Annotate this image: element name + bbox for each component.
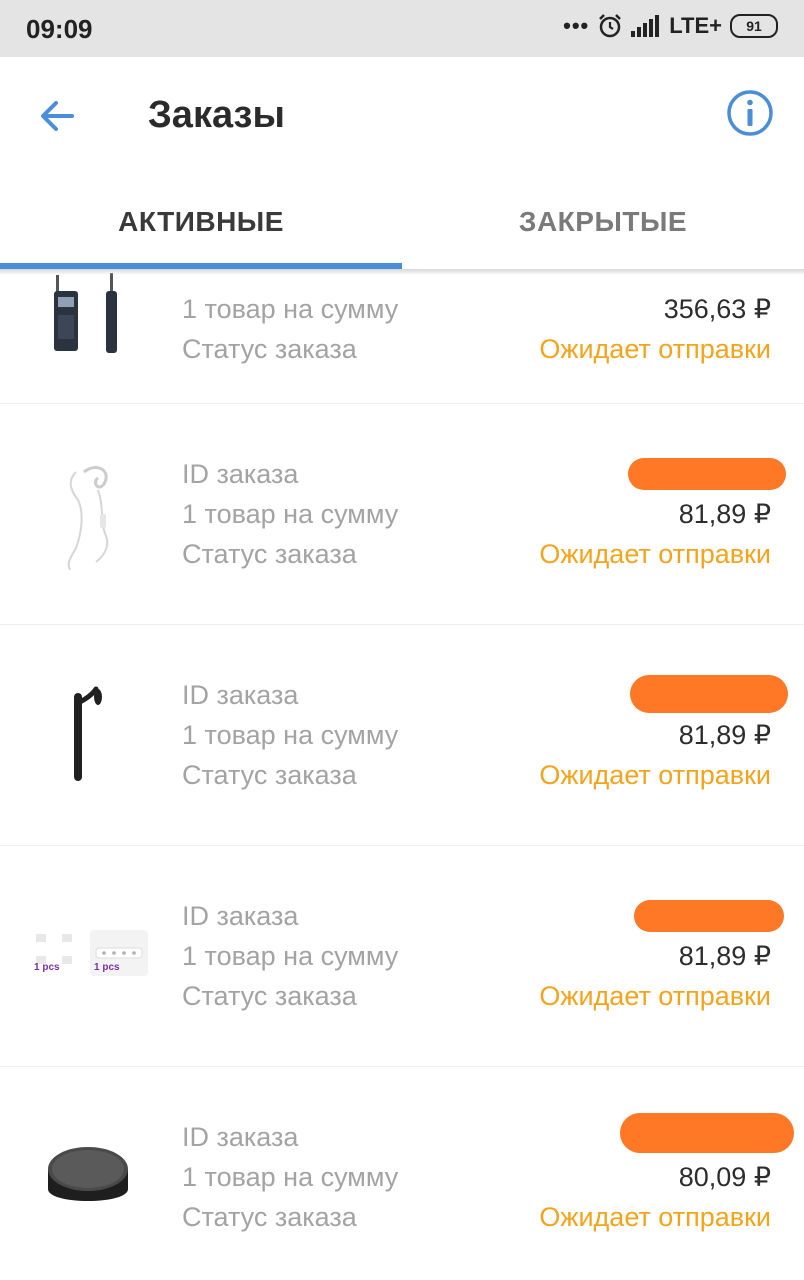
status-time: 09:09	[26, 14, 93, 44]
page-title: Заказы	[148, 94, 285, 136]
order-status: Ожидает отправки	[539, 539, 771, 569]
tab-active[interactable]: АКТИВНЫЕ	[0, 175, 402, 269]
battery-icon: 91	[730, 14, 778, 38]
status-icons: ••• LTE+ 91	[563, 13, 778, 39]
sport-earphones-icon	[67, 466, 109, 571]
order-card[interactable]: ID заказа 1 товар на сумму Статус заказа…	[0, 404, 804, 626]
back-arrow-icon[interactable]	[34, 93, 80, 139]
order-card[interactable]: ID заказа 1 товар на сумму Статус заказа…	[0, 1067, 804, 1280]
status-bar: 09:09 ••• LTE+ 91	[0, 0, 804, 57]
order-price: 80,09 ₽	[678, 1162, 771, 1192]
redaction-mark	[628, 458, 786, 490]
tab-closed[interactable]: ЗАКРЫТЫЕ	[402, 175, 804, 269]
items-sum-label: 1 товар на сумму	[182, 499, 399, 529]
tab-shadow	[0, 269, 804, 275]
items-sum-label: 1 товар на сумму	[182, 1162, 399, 1192]
signal-icon	[631, 15, 660, 37]
order-labels: ID заказа 1 товар на сумму Статус заказа	[182, 896, 398, 1016]
order-labels: ID заказа 1 товар на сумму Статус заказа	[182, 454, 398, 574]
order-status: Ожидает отправки	[539, 334, 771, 364]
status-label: Статус заказа	[182, 539, 357, 569]
order-card[interactable]: 1 товар на сумму Статус заказа 356,63 ₽ …	[0, 269, 804, 405]
status-label: Статус заказа	[182, 981, 357, 1011]
order-status: Ожидает отправки	[539, 981, 771, 1011]
status-label: Статус заказа	[182, 1202, 357, 1232]
items-sum-label: 1 товар на сумму	[182, 941, 399, 971]
order-price: 81,89 ₽	[678, 720, 771, 750]
order-values: 356,63 ₽ Ожидает отправки	[539, 289, 771, 369]
status-label: Статус заказа	[182, 760, 357, 790]
network-type: LTE+	[669, 13, 722, 38]
info-icon[interactable]	[726, 89, 774, 137]
alarm-icon	[599, 14, 622, 38]
redaction-mark	[620, 1113, 794, 1153]
order-labels: ID заказа 1 товар на сумму Статус заказа	[182, 675, 398, 795]
status-label: Статус заказа	[182, 334, 357, 364]
order-labels: 1 товар на сумму Статус заказа	[182, 289, 398, 369]
order-card[interactable]: 1 pcs 1 pcs ID заказа 1 товар на сумму С…	[0, 846, 804, 1068]
items-sum-label: 1 товар на сумму	[182, 294, 399, 324]
mini-speaker-icon	[48, 1147, 128, 1201]
items-sum-label: 1 товар на сумму	[182, 720, 399, 750]
order-price: 81,89 ₽	[678, 499, 771, 529]
order-price: 81,89 ₽	[678, 941, 771, 971]
redaction-mark	[634, 900, 784, 932]
tab-bar: АКТИВНЫЕ ЗАКРЫТЫЕ	[0, 175, 804, 269]
order-id-label: ID заказа	[182, 901, 299, 931]
walkie-talkie-icon	[54, 273, 117, 353]
more-notifications-icon: •••	[563, 13, 590, 38]
order-status: Ожидает отправки	[539, 760, 771, 790]
order-id-label: ID заказа	[182, 680, 299, 710]
orders-list[interactable]: 1 товар на сумму Статус заказа 356,63 ₽ …	[0, 269, 804, 1280]
order-status: Ожидает отправки	[539, 1202, 771, 1232]
app-bar: Заказы	[0, 57, 804, 175]
thumb-qty-label: 1 pcs	[34, 962, 60, 973]
power-strip-icon	[36, 930, 148, 976]
thumb-qty-label: 1 pcs	[94, 962, 120, 973]
bluetooth-headset-icon	[74, 686, 102, 781]
order-id-label: ID заказа	[182, 1122, 299, 1152]
order-card[interactable]: ID заказа 1 товар на сумму Статус заказа…	[0, 625, 804, 847]
order-id-label: ID заказа	[182, 459, 299, 489]
redaction-mark	[630, 675, 788, 713]
order-price: 356,63 ₽	[663, 294, 771, 324]
tab-indicator	[0, 263, 402, 269]
order-labels: ID заказа 1 товар на сумму Статус заказа	[182, 1117, 398, 1237]
